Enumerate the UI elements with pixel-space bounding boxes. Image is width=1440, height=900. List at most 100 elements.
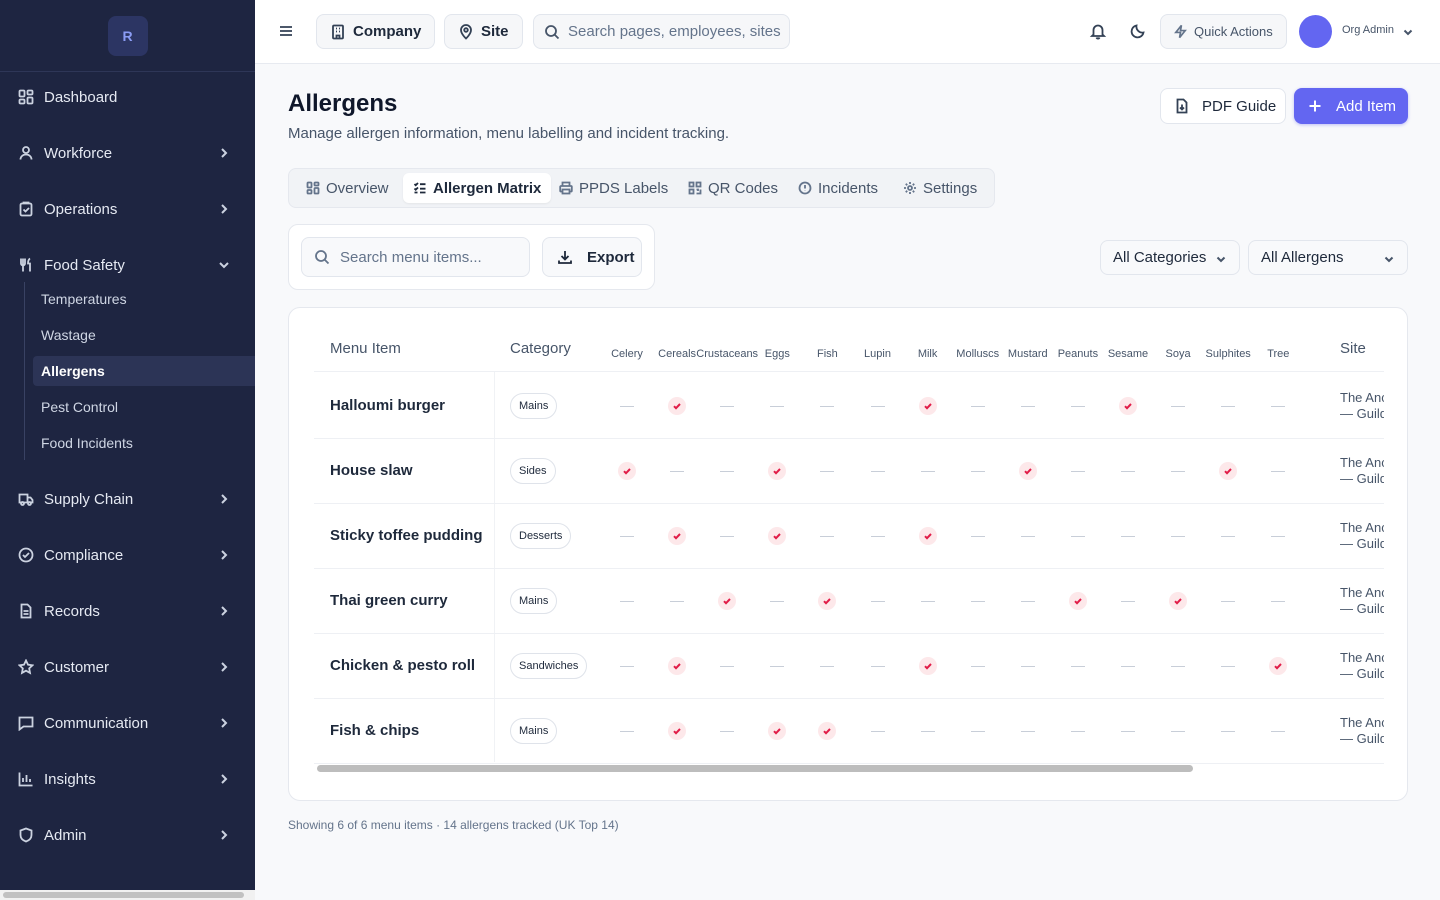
scrollbar-thumb[interactable] bbox=[317, 765, 1193, 772]
column-header-site[interactable]: Site bbox=[1340, 340, 1366, 357]
sidebar-item-supply-chain[interactable]: Supply Chain bbox=[0, 479, 255, 519]
column-header-allergen[interactable]: Cereals bbox=[658, 348, 696, 360]
menu-item-name[interactable]: Thai green curry bbox=[330, 592, 448, 609]
allergen-present-icon[interactable] bbox=[918, 396, 937, 415]
allergen-absent-dash[interactable] bbox=[620, 405, 634, 407]
allergen-absent-dash[interactable] bbox=[970, 730, 985, 732]
tab-ppds-labels[interactable]: PPDS Labels bbox=[549, 173, 678, 203]
menu-item-name[interactable]: Chicken & pesto roll bbox=[330, 657, 475, 674]
allergen-absent-dash[interactable] bbox=[1271, 730, 1286, 732]
allergen-present-icon[interactable] bbox=[918, 656, 937, 675]
company-selector[interactable]: Company bbox=[316, 14, 436, 49]
allergen-absent-dash[interactable] bbox=[620, 600, 634, 602]
allergen-filter-select[interactable]: All Allergens bbox=[1248, 240, 1408, 275]
allergen-present-icon[interactable] bbox=[668, 721, 687, 740]
allergen-absent-dash[interactable] bbox=[720, 470, 735, 472]
allergen-absent-dash[interactable] bbox=[720, 405, 735, 407]
allergen-absent-dash[interactable] bbox=[1070, 470, 1085, 472]
allergen-present-icon[interactable] bbox=[1018, 461, 1037, 480]
allergen-absent-dash[interactable] bbox=[1121, 665, 1135, 667]
sidebar-item-dashboard[interactable]: Dashboard bbox=[0, 77, 255, 117]
allergen-absent-dash[interactable] bbox=[670, 470, 685, 472]
site-selector[interactable]: Site bbox=[444, 14, 523, 49]
allergen-absent-dash[interactable] bbox=[920, 470, 935, 472]
allergen-absent-dash[interactable] bbox=[1121, 730, 1135, 732]
allergen-absent-dash[interactable] bbox=[1271, 405, 1286, 407]
menu-item-name[interactable]: House slaw bbox=[330, 462, 413, 479]
allergen-absent-dash[interactable] bbox=[1121, 470, 1135, 472]
allergen-absent-dash[interactable] bbox=[1020, 730, 1035, 732]
scrollbar-thumb[interactable] bbox=[3, 892, 244, 898]
avatar[interactable] bbox=[1299, 15, 1332, 48]
allergen-absent-dash[interactable] bbox=[870, 405, 885, 407]
allergen-present-icon[interactable] bbox=[668, 396, 687, 415]
allergen-absent-dash[interactable] bbox=[1271, 535, 1286, 537]
column-header-menu-item[interactable]: Menu Item bbox=[330, 340, 401, 357]
sidebar-item-compliance[interactable]: Compliance bbox=[0, 535, 255, 575]
menu-item-name[interactable]: Sticky toffee pudding bbox=[330, 527, 483, 544]
sidebar-subitem-wastage[interactable]: Wastage bbox=[33, 320, 255, 350]
column-header-allergen[interactable]: Soya bbox=[1166, 348, 1191, 360]
allergen-absent-dash[interactable] bbox=[620, 535, 634, 537]
allergen-absent-dash[interactable] bbox=[820, 535, 835, 537]
allergen-present-icon[interactable] bbox=[768, 461, 787, 480]
allergen-absent-dash[interactable] bbox=[1070, 535, 1085, 537]
allergen-absent-dash[interactable] bbox=[920, 600, 935, 602]
allergen-absent-dash[interactable] bbox=[920, 730, 935, 732]
column-header-allergen[interactable]: Peanuts bbox=[1058, 348, 1098, 360]
tab-overview[interactable]: Overview bbox=[296, 173, 399, 203]
allergen-present-icon[interactable] bbox=[718, 591, 737, 610]
sidebar-subitem-pest-control[interactable]: Pest Control bbox=[33, 392, 255, 422]
allergen-absent-dash[interactable] bbox=[1221, 600, 1236, 602]
category-filter-select[interactable]: All Categories bbox=[1100, 240, 1240, 275]
sidebar-subitem-food-incidents[interactable]: Food Incidents bbox=[33, 428, 255, 458]
moon-icon[interactable] bbox=[1129, 22, 1147, 40]
sidebar-item-food-safety[interactable]: Food Safety bbox=[0, 245, 255, 285]
column-header-allergen[interactable]: Tree bbox=[1267, 348, 1289, 360]
sidebar-item-operations[interactable]: Operations bbox=[0, 189, 255, 229]
sidebar-item-workforce[interactable]: Workforce bbox=[0, 133, 255, 173]
allergen-absent-dash[interactable] bbox=[770, 600, 785, 602]
allergen-absent-dash[interactable] bbox=[970, 470, 985, 472]
tab-incidents[interactable]: Incidents bbox=[788, 173, 888, 203]
sidebar-subitem-allergens[interactable]: Allergens bbox=[33, 356, 255, 386]
allergen-absent-dash[interactable] bbox=[1020, 405, 1035, 407]
allergen-absent-dash[interactable] bbox=[820, 665, 835, 667]
menu-item-name[interactable]: Fish & chips bbox=[330, 722, 419, 739]
allergen-absent-dash[interactable] bbox=[1070, 405, 1085, 407]
allergen-absent-dash[interactable] bbox=[970, 535, 985, 537]
sidebar-item-records[interactable]: Records bbox=[0, 591, 255, 631]
allergen-absent-dash[interactable] bbox=[970, 665, 985, 667]
allergen-absent-dash[interactable] bbox=[1171, 405, 1186, 407]
allergen-present-icon[interactable] bbox=[1169, 591, 1188, 610]
allergen-absent-dash[interactable] bbox=[820, 470, 835, 472]
table-horizontal-scrollbar[interactable] bbox=[314, 763, 1384, 773]
allergen-absent-dash[interactable] bbox=[870, 470, 885, 472]
allergen-absent-dash[interactable] bbox=[770, 665, 785, 667]
bell-icon[interactable] bbox=[1089, 22, 1107, 40]
column-header-allergen[interactable]: Sesame bbox=[1108, 348, 1148, 360]
allergen-absent-dash[interactable] bbox=[870, 535, 885, 537]
allergen-absent-dash[interactable] bbox=[1070, 665, 1085, 667]
add-item-button[interactable]: Add Item bbox=[1294, 88, 1408, 124]
column-header-allergen[interactable]: Mustard bbox=[1008, 348, 1048, 360]
allergen-absent-dash[interactable] bbox=[1070, 730, 1085, 732]
allergen-absent-dash[interactable] bbox=[1221, 730, 1236, 732]
allergen-absent-dash[interactable] bbox=[1171, 665, 1186, 667]
allergen-absent-dash[interactable] bbox=[820, 405, 835, 407]
allergen-absent-dash[interactable] bbox=[970, 600, 985, 602]
allergen-absent-dash[interactable] bbox=[1020, 665, 1035, 667]
allergen-absent-dash[interactable] bbox=[1271, 470, 1286, 472]
allergen-absent-dash[interactable] bbox=[870, 665, 885, 667]
allergen-absent-dash[interactable] bbox=[720, 535, 735, 537]
allergen-present-icon[interactable] bbox=[818, 721, 837, 740]
allergen-absent-dash[interactable] bbox=[1171, 470, 1186, 472]
column-header-allergen[interactable]: Eggs bbox=[765, 348, 790, 360]
chevron-down-icon[interactable] bbox=[1402, 25, 1414, 37]
column-header-allergen[interactable]: Crustaceans bbox=[696, 348, 758, 360]
column-header-allergen[interactable]: Fish bbox=[817, 348, 838, 360]
allergen-absent-dash[interactable] bbox=[720, 665, 735, 667]
export-button[interactable]: Export bbox=[542, 237, 642, 277]
org-logo[interactable]: R bbox=[107, 15, 148, 56]
allergen-absent-dash[interactable] bbox=[1221, 405, 1236, 407]
